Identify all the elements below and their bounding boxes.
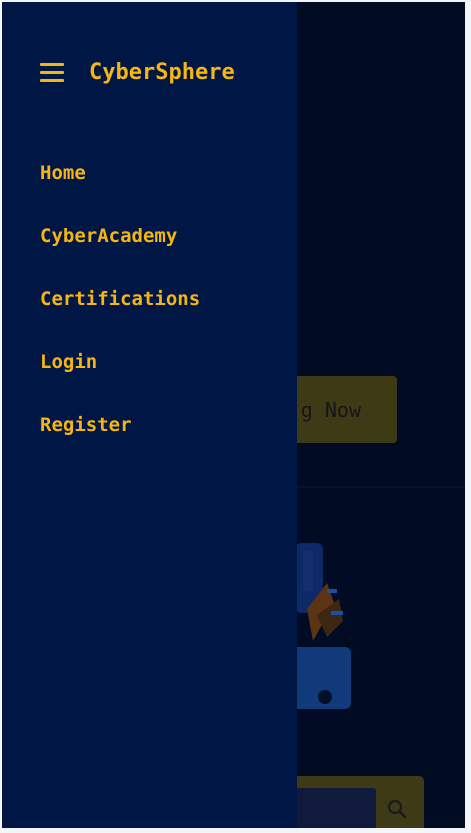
- menu-item-login[interactable]: Login: [40, 351, 200, 414]
- search-button[interactable]: [380, 792, 414, 826]
- menu-item-certifications[interactable]: Certifications: [40, 288, 200, 351]
- menu-item-register[interactable]: Register: [40, 414, 200, 477]
- menu-item-cyberacademy[interactable]: CyberAcademy: [40, 225, 200, 288]
- drawer-header: CyberSphere: [40, 60, 235, 85]
- drawer-brand-title[interactable]: CyberSphere: [89, 60, 235, 85]
- drawer-menu: Home CyberAcademy Certifications Login R…: [40, 162, 200, 477]
- page: re O here rsecurity g Now Cyb: [2, 2, 465, 828]
- navigation-drawer: CyberSphere Home CyberAcademy Certificat…: [2, 2, 297, 828]
- hamburger-menu-icon[interactable]: [40, 62, 64, 83]
- menu-item-home[interactable]: Home: [40, 162, 200, 225]
- search-icon: [387, 799, 407, 819]
